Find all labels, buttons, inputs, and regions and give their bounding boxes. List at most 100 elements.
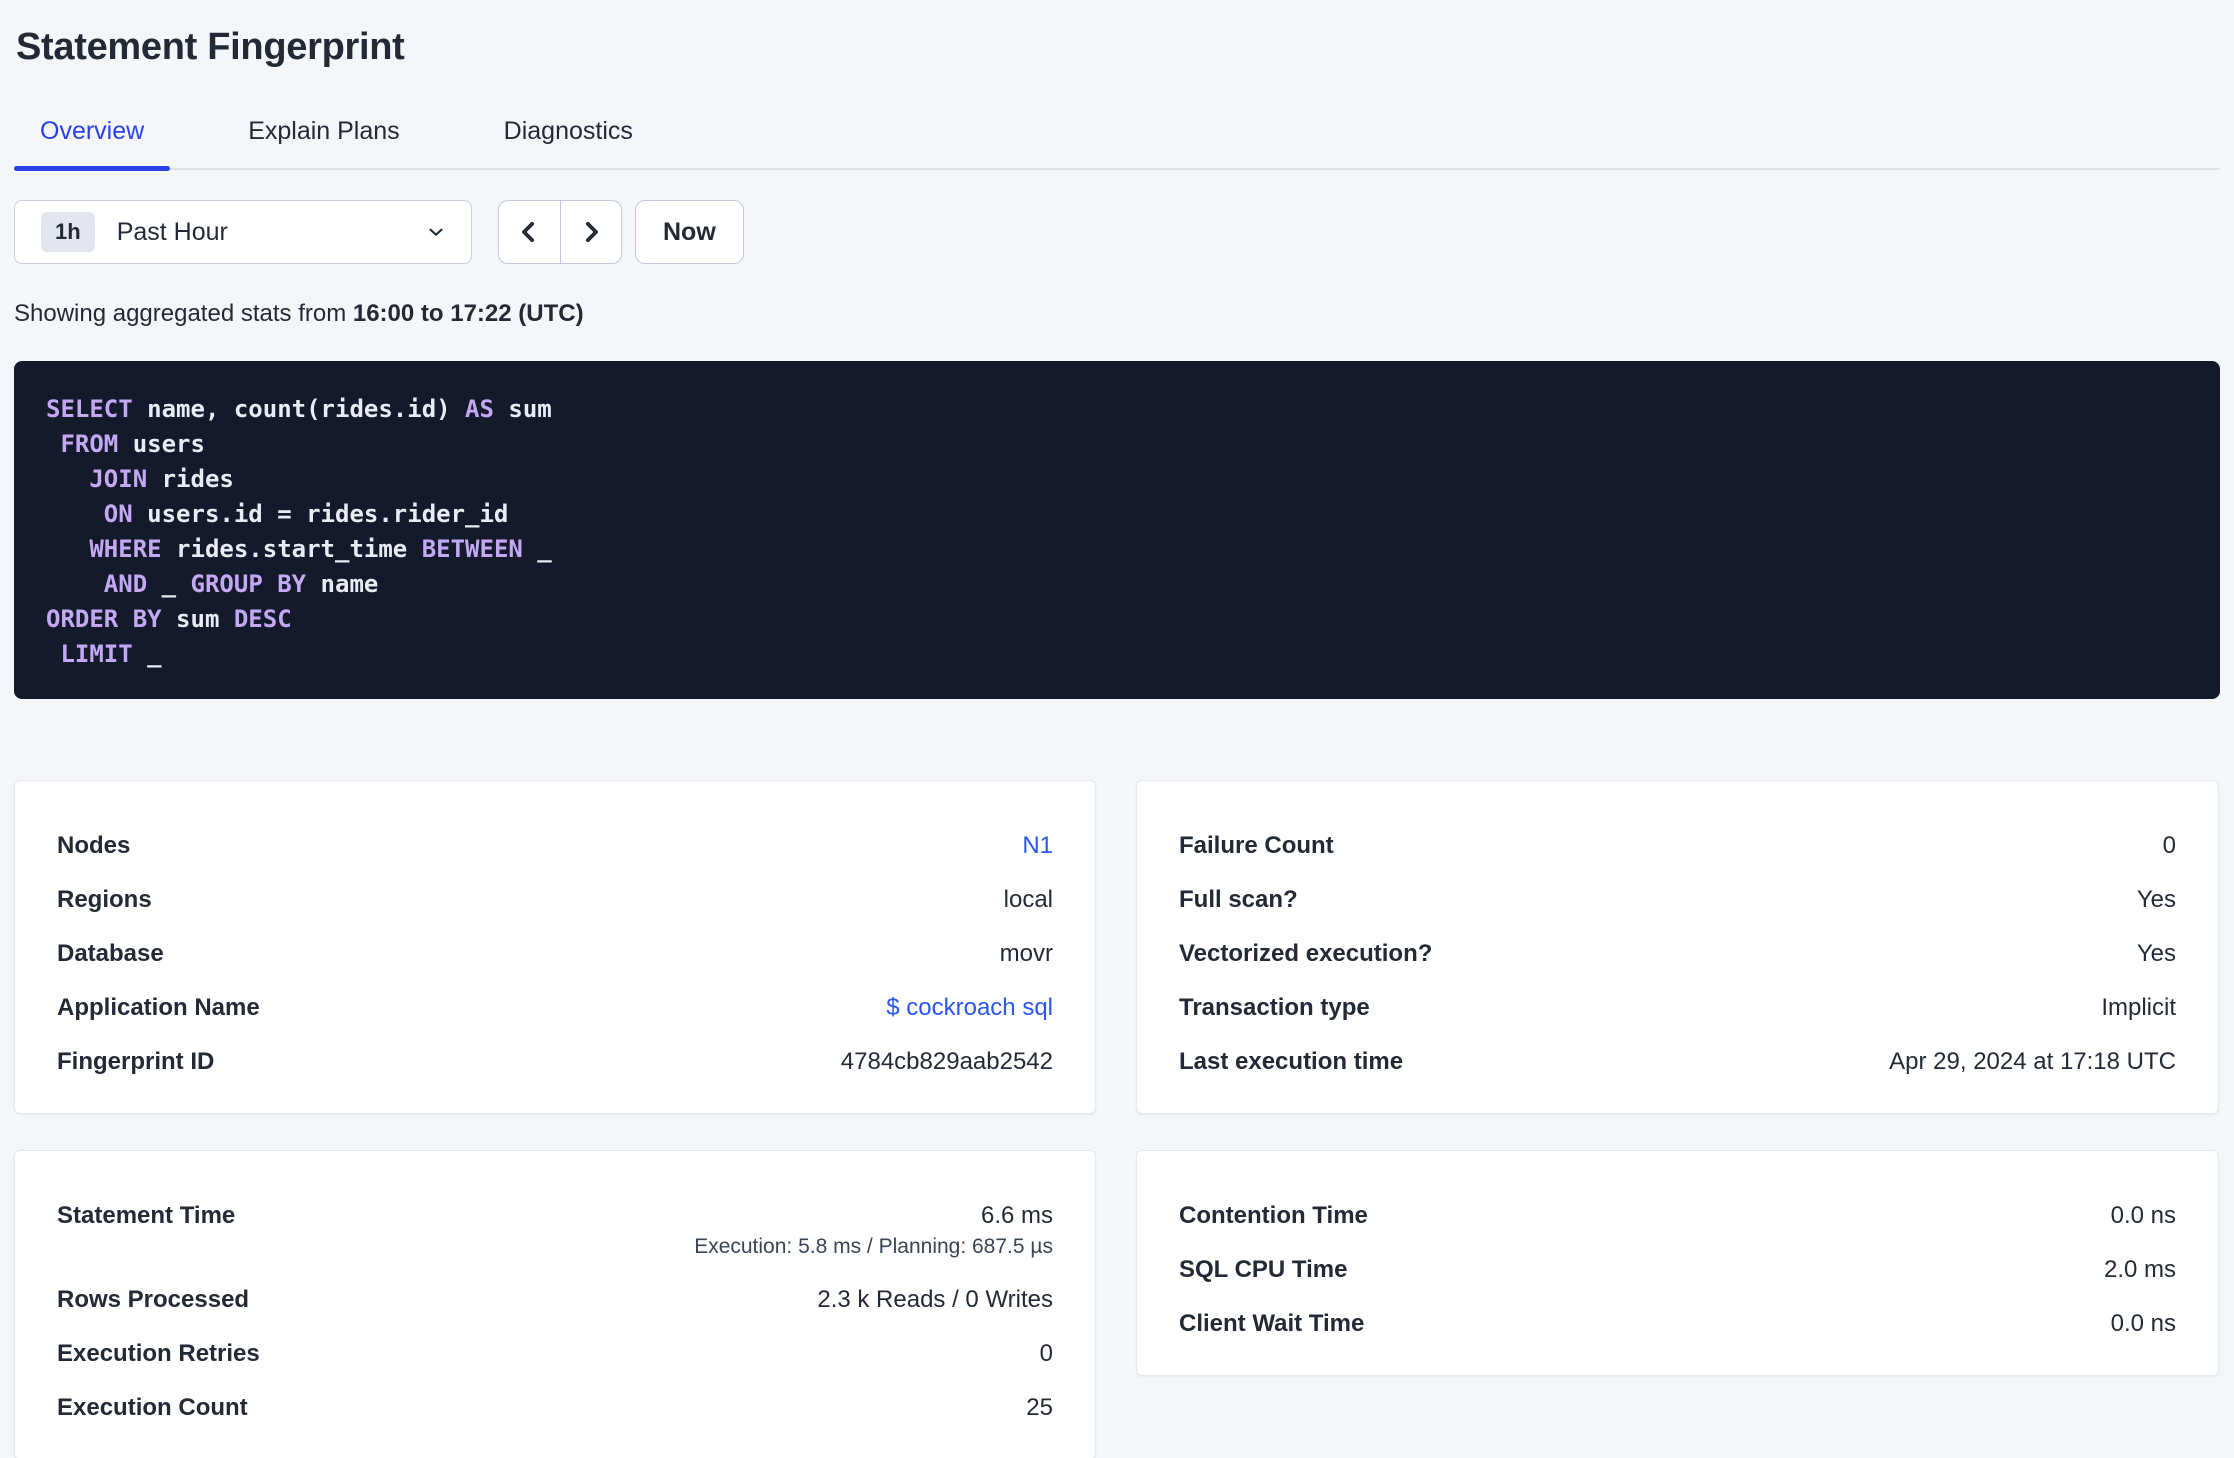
row-value: local <box>1003 886 1053 913</box>
row-value: 6.6 ms <box>980 1202 1053 1229</box>
row-label: Fingerprint ID <box>57 1048 215 1075</box>
row-label: Rows Processed <box>57 1286 250 1313</box>
statement-timing-card: Statement Time 6.6 ms Execution: 5.8 ms / … <box>14 1150 1096 1458</box>
table-row: Vectorized execution? Yes <box>1179 927 2176 981</box>
row-value-wrap: Implicit <box>2101 992 2176 1024</box>
sql-text: name, count(rides.id) <box>132 395 466 423</box>
row-value-wrap: 0 <box>1040 1338 1053 1370</box>
row-value: Implicit <box>2101 994 2176 1021</box>
sql-keyword: JOIN <box>89 465 148 493</box>
sql-line: ON users.id = rides.rider_id <box>46 497 2190 532</box>
sql-keyword: BETWEEN <box>421 535 523 563</box>
sql-line: LIMIT _ <box>46 637 2190 672</box>
row-value-wrap: 6.6 ms Execution: 5.8 ms / Planning: 687.… <box>694 1200 1053 1262</box>
row-value-wrap: 2.3 k Reads / 0 Writes <box>817 1284 1053 1316</box>
row-value-wrap: Apr 29, 2024 at 17:18 UTC <box>1889 1046 2176 1078</box>
row-value: 0 <box>1039 1340 1053 1367</box>
sql-text: sum <box>161 605 234 633</box>
value-link[interactable]: $ cockroach sql <box>886 992 1053 1024</box>
time-picker-row: 1h Past Hour Now <box>14 200 2220 264</box>
execution-attributes-card: Failure Count 0 Full scan? Yes Vectorized ex… <box>1136 780 2219 1114</box>
tab-explain-plans[interactable]: Explain Plans <box>222 103 425 168</box>
statement-fingerprint-page: Statement Fingerprint Overview Explain P… <box>0 26 2234 1458</box>
chevron-left-icon <box>514 217 544 247</box>
row-value-wrap: 4784cb829aab2542 <box>841 1046 1053 1078</box>
sql-line: AND _ GROUP BY name <box>46 567 2190 602</box>
row-value-wrap: local <box>1004 884 1053 916</box>
tab-overview[interactable]: Overview <box>14 103 171 171</box>
row-value: 0.0 ns <box>2110 1310 2176 1337</box>
row-sub-caption: Execution: 5.8 ms / Planning: 687.5 µs <box>694 1235 1053 1258</box>
next-time-button[interactable] <box>559 201 621 263</box>
table-row: Fingerprint ID 4784cb829aab2542 <box>57 1035 1053 1089</box>
summary-cards-grid: Nodes N1 Regions local Database movr Applicati… <box>14 780 2220 1458</box>
row-label: Client Wait Time <box>1179 1310 1365 1337</box>
chevron-right-icon <box>576 217 606 247</box>
row-value-wrap: Yes <box>2137 938 2176 970</box>
sql-keyword: AS <box>465 395 494 423</box>
table-row: Regions local <box>57 873 1053 927</box>
sql-text: _ <box>147 570 191 598</box>
stats-caption-range: 16:00 to 17:22 (UTC) <box>352 300 584 327</box>
row-value: Yes <box>2136 940 2176 967</box>
sql-keyword: WHERE <box>89 535 162 563</box>
time-step-button-group <box>498 200 622 264</box>
row-value: movr <box>999 940 1053 967</box>
row-value: 0.0 ns <box>2110 1202 2176 1229</box>
sql-text: _ <box>132 640 162 668</box>
sql-keyword: GROUP BY <box>190 570 307 598</box>
row-label: Statement Time <box>57 1202 236 1229</box>
table-row: Database movr <box>57 927 1053 981</box>
tab-diagnostics[interactable]: Diagnostics <box>478 103 659 168</box>
table-row: Execution Count 25 <box>57 1381 1053 1435</box>
row-value-wrap: 0.0 ns <box>2111 1308 2176 1340</box>
row-value: 25 <box>1026 1394 1053 1421</box>
row-value-wrap: movr <box>1000 938 1053 970</box>
sql-keyword: FROM <box>60 430 119 458</box>
row-value: Yes <box>2136 886 2176 913</box>
row-label: Nodes <box>57 832 131 859</box>
time-range-dropdown[interactable]: 1h Past Hour <box>14 200 472 264</box>
row-value: 2.0 ms <box>2103 1256 2176 1283</box>
table-row: Failure Count 0 <box>1179 819 2176 873</box>
row-value-wrap: N1 <box>1022 830 1053 862</box>
table-row: Application Name $ cockroach sql <box>57 981 1053 1035</box>
row-value-wrap: 0 <box>2163 830 2176 862</box>
sql-keyword: AND <box>103 570 148 598</box>
row-label: Failure Count <box>1179 832 1334 859</box>
row-value-wrap: 25 <box>1026 1392 1053 1424</box>
row-value-wrap: Yes <box>2137 884 2176 916</box>
table-row: Full scan? Yes <box>1179 873 2176 927</box>
table-row: Rows Processed 2.3 k Reads / 0 Writes <box>57 1273 1053 1327</box>
row-label: Database <box>57 940 164 967</box>
row-label: Full scan? <box>1179 886 1298 913</box>
value-link[interactable]: N1 <box>1022 830 1053 862</box>
previous-time-button[interactable] <box>499 201 560 263</box>
statement-details-card: Nodes N1 Regions local Database movr Applicati… <box>14 780 1096 1114</box>
row-label: Contention Time <box>1179 1202 1368 1229</box>
row-label: Vectorized execution? <box>1179 940 1433 967</box>
sql-line: SELECT name, count(rides.id) AS sum <box>46 392 2190 427</box>
row-label: Application Name <box>57 994 260 1021</box>
table-row: Nodes N1 <box>57 819 1053 873</box>
row-value: 2.3 k Reads / 0 Writes <box>817 1286 1053 1313</box>
sql-line: JOIN rides <box>46 462 2190 497</box>
wait-times-card: Contention Time 0.0 ns SQL CPU Time 2.0 ms C… <box>1136 1150 2219 1376</box>
table-row: Execution Retries 0 <box>57 1327 1053 1381</box>
row-value: Apr 29, 2024 at 17:18 UTC <box>1889 1048 2176 1075</box>
sql-keyword: ORDER BY <box>46 605 162 633</box>
row-label: Regions <box>57 886 152 913</box>
row-value-wrap: $ cockroach sql <box>886 992 1053 1024</box>
table-row: Statement Time 6.6 ms Execution: 5.8 ms / … <box>57 1189 1053 1273</box>
now-button[interactable]: Now <box>635 200 744 264</box>
sql-statement: SELECT name, count(rides.id) AS sum FROM… <box>14 361 2220 699</box>
row-value-wrap: 2.0 ms <box>2104 1254 2176 1286</box>
sql-text: sum <box>493 395 552 423</box>
table-row: SQL CPU Time 2.0 ms <box>1179 1243 2176 1297</box>
table-row: Transaction type Implicit <box>1179 981 2176 1035</box>
sql-keyword: ON <box>103 500 133 528</box>
